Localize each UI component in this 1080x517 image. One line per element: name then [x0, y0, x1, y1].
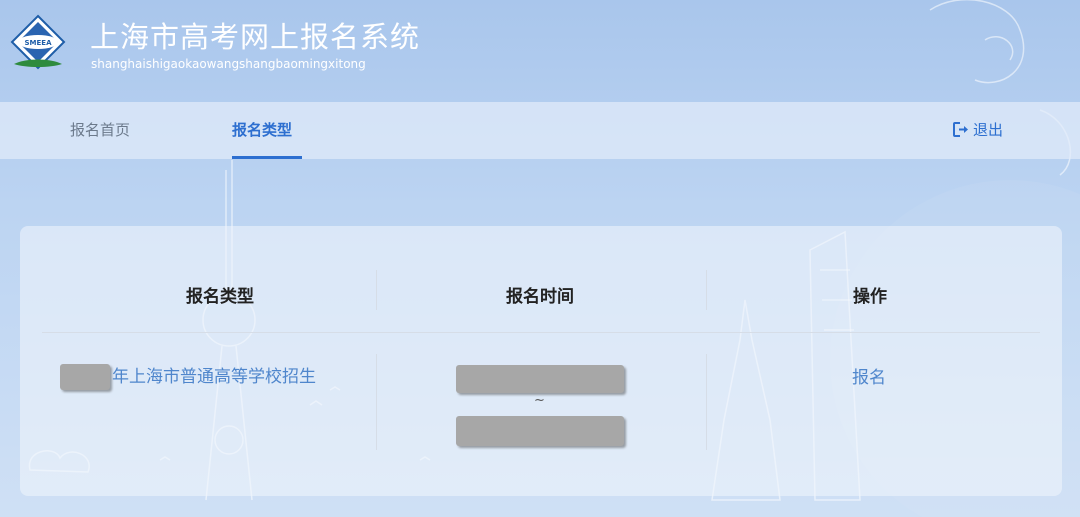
- site-subtitle: shanghaishigaokaowangshangbaomingxitong: [91, 57, 366, 71]
- site-header: SMEEA 上海市高考网上报名系统 shanghaishigaokaowangs…: [0, 0, 1080, 102]
- redacted-start-time: [456, 365, 624, 393]
- column-divider: [706, 354, 707, 450]
- site-title: 上海市高考网上报名系统: [90, 20, 421, 54]
- active-tab-indicator: [232, 156, 302, 159]
- register-button[interactable]: 报名: [852, 363, 886, 388]
- nav-item-home[interactable]: 报名首页: [70, 102, 130, 159]
- column-divider: [376, 270, 377, 310]
- registration-table: 报名类型 报名时间 操作 年上海市普通高等学校招生 ~ 报名: [20, 226, 1062, 496]
- registration-type-label: 年上海市普通高等学校招生: [112, 367, 316, 387]
- svg-text:SMEEA: SMEEA: [25, 39, 53, 47]
- nav-bar: 报名首页 报名类型 退出: [0, 102, 1080, 159]
- nav-item-registration-type[interactable]: 报名类型: [232, 102, 292, 159]
- logout-icon: [953, 122, 968, 137]
- redacted-year: [60, 364, 110, 390]
- redacted-end-time: [456, 416, 624, 446]
- column-divider: [376, 354, 377, 450]
- time-separator: ~: [534, 393, 545, 408]
- registration-type-link[interactable]: 年上海市普通高等学校招生: [60, 362, 316, 390]
- column-header-time: 报名时间: [506, 287, 574, 307]
- column-header-type: 报名类型: [186, 287, 254, 307]
- logout-label: 退出: [973, 121, 1004, 139]
- column-header-action: 操作: [853, 287, 887, 307]
- logout-button[interactable]: 退出: [953, 102, 1003, 159]
- smeea-logo: SMEEA: [10, 14, 66, 70]
- column-divider: [706, 270, 707, 310]
- header-divider: [42, 332, 1040, 333]
